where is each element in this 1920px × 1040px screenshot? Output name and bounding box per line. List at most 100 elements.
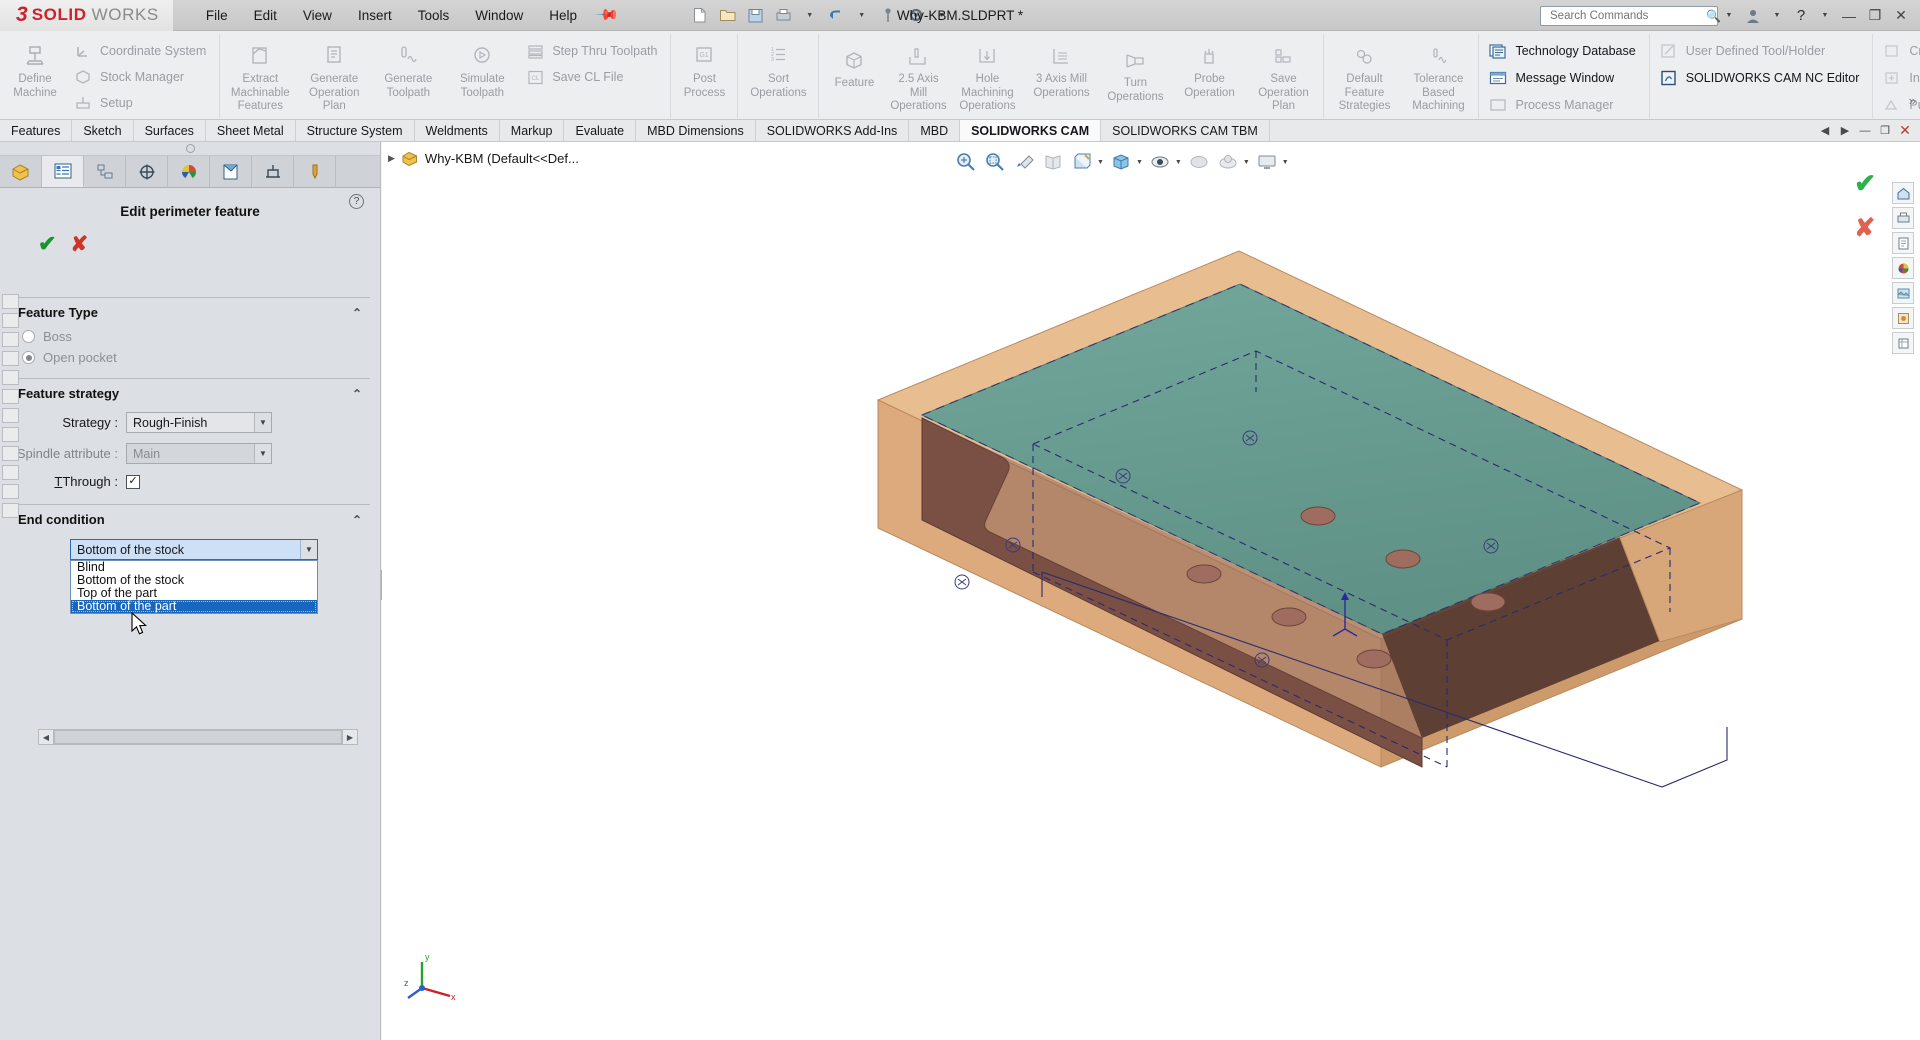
dimxpert-manager-tab[interactable] bbox=[126, 156, 168, 187]
sort-operations-button[interactable]: 123 Sort Operations bbox=[741, 34, 815, 100]
default-feature-strategies-button[interactable]: Default Feature Strategies bbox=[1327, 34, 1401, 114]
menu-tools[interactable]: Tools bbox=[405, 4, 463, 27]
options-dropdown-arrow[interactable]: ▼ bbox=[931, 0, 953, 31]
chevron-up-icon[interactable]: ⌃ bbox=[352, 513, 362, 527]
open-document-button[interactable] bbox=[715, 0, 741, 31]
scrollbar-thumb[interactable] bbox=[54, 730, 342, 744]
probe-operation-button[interactable]: Probe Operation bbox=[1172, 34, 1246, 100]
rail-icon-8[interactable] bbox=[2, 427, 19, 442]
display-manager-tab[interactable] bbox=[168, 156, 210, 187]
rail-icon-3[interactable] bbox=[2, 332, 19, 347]
tab-weldments[interactable]: Weldments bbox=[415, 120, 500, 141]
model-view[interactable] bbox=[382, 142, 1920, 1040]
message-window-button[interactable]: Message Window bbox=[1486, 67, 1641, 89]
rail-icon-7[interactable] bbox=[2, 408, 19, 423]
through-checkbox[interactable]: ✓ bbox=[126, 474, 140, 489]
generate-operation-plan-button[interactable]: Generate Operation Plan bbox=[297, 34, 371, 114]
define-machine-button[interactable]: Define Machine bbox=[3, 34, 67, 100]
document-minimize-icon[interactable]: — bbox=[1856, 122, 1874, 140]
document-close-icon[interactable]: ✕ bbox=[1896, 122, 1914, 140]
menu-view[interactable]: View bbox=[290, 4, 345, 27]
section-end-condition-header[interactable]: End condition ⌃ bbox=[10, 512, 370, 533]
extract-machinable-features-button[interactable]: Extract Machinable Features bbox=[223, 34, 297, 114]
user-defined-tool-holder-button[interactable]: User Defined Tool/Holder bbox=[1657, 40, 1866, 62]
three-axis-mill-button[interactable]: 3 Axis Mill Operations bbox=[1024, 34, 1098, 100]
rail-icon-12[interactable] bbox=[2, 503, 19, 518]
save-document-button[interactable] bbox=[743, 0, 769, 31]
rail-icon-5[interactable] bbox=[2, 370, 19, 385]
post-process-button[interactable]: G1 Post Process bbox=[674, 34, 734, 100]
section-feature-strategy-header[interactable]: Feature strategy ⌃ bbox=[10, 386, 370, 407]
chevron-up-icon[interactable]: ⌃ bbox=[352, 387, 362, 401]
tab-solidworks-add-ins[interactable]: SOLIDWORKS Add-Ins bbox=[756, 120, 910, 141]
radio-open-pocket-indicator[interactable] bbox=[22, 351, 35, 364]
document-restore-icon[interactable]: ❐ bbox=[1876, 122, 1894, 140]
chevron-down-icon[interactable]: ▼ bbox=[300, 540, 317, 559]
two-five-axis-mill-button[interactable]: 2.5 Axis Mill Operations bbox=[886, 34, 950, 114]
create-library-object-button[interactable]: Create Library Object bbox=[1880, 40, 1920, 62]
scrollbar-track[interactable] bbox=[54, 729, 342, 745]
print-button[interactable] bbox=[771, 0, 797, 31]
cam-feature-tree-tab[interactable] bbox=[210, 156, 252, 187]
chevron-down-icon[interactable]: ▼ bbox=[254, 413, 271, 432]
search-dropdown-arrow[interactable]: ▼ bbox=[1718, 0, 1740, 31]
turn-operations-button[interactable]: Turn Operations bbox=[1098, 34, 1172, 104]
ribbon-expand-icon[interactable]: » bbox=[1909, 93, 1916, 108]
rail-icon-11[interactable] bbox=[2, 484, 19, 499]
select-button[interactable] bbox=[875, 0, 901, 31]
strategy-combo[interactable]: Rough-Finish ▼ bbox=[126, 412, 272, 433]
radio-boss[interactable]: Boss bbox=[10, 326, 370, 347]
stock-manager-button[interactable]: Stock Manager bbox=[71, 66, 212, 88]
rail-icon-4[interactable] bbox=[2, 351, 19, 366]
rail-icon-10[interactable] bbox=[2, 465, 19, 480]
rail-icon-6[interactable] bbox=[2, 389, 19, 404]
undo-dropdown-arrow[interactable]: ▼ bbox=[851, 0, 873, 31]
help-icon[interactable]: ? bbox=[1788, 0, 1814, 31]
tolerance-based-machining-button[interactable]: Tolerance Based Machining bbox=[1401, 34, 1475, 114]
new-document-button[interactable] bbox=[687, 0, 713, 31]
graphics-area[interactable]: ▶ Why-KBM (Default<<Def... ▼ ▼ ▼ ▼ ▼ ✔ ✘… bbox=[382, 142, 1920, 1040]
menu-edit[interactable]: Edit bbox=[241, 4, 290, 27]
end-condition-dropdown[interactable]: Bottom of the stock ▼ Blind Bottom of th… bbox=[70, 539, 318, 614]
accept-button[interactable]: ✔ bbox=[38, 233, 56, 255]
tab-sketch[interactable]: Sketch bbox=[72, 120, 134, 141]
radio-open-pocket[interactable]: Open pocket bbox=[10, 347, 370, 368]
next-document-icon[interactable]: ▶ bbox=[1836, 122, 1854, 140]
scroll-left-arrow[interactable]: ◀ bbox=[38, 729, 54, 745]
user-dropdown-arrow[interactable]: ▼ bbox=[1766, 0, 1788, 31]
undo-button[interactable] bbox=[823, 0, 849, 31]
tab-mbd[interactable]: MBD bbox=[909, 120, 961, 141]
end-condition-option-list[interactable]: Blind Bottom of the stock Top of the par… bbox=[70, 560, 318, 614]
rail-icon-9[interactable] bbox=[2, 446, 19, 461]
simulate-toolpath-button[interactable]: Simulate Toolpath bbox=[445, 34, 519, 100]
end-condition-selected-value[interactable]: Bottom of the stock ▼ bbox=[70, 539, 318, 560]
menu-file[interactable]: File bbox=[193, 4, 241, 27]
tab-mbd-dimensions[interactable]: MBD Dimensions bbox=[636, 120, 756, 141]
hole-machining-button[interactable]: Hole Machining Operations bbox=[950, 34, 1024, 114]
tab-surfaces[interactable]: Surfaces bbox=[134, 120, 206, 141]
radio-boss-indicator[interactable] bbox=[22, 330, 35, 343]
print-dropdown-arrow[interactable]: ▼ bbox=[799, 0, 821, 31]
panel-splitter-handle[interactable] bbox=[185, 144, 195, 153]
process-manager-button[interactable]: Process Manager bbox=[1486, 94, 1641, 116]
help-icon[interactable]: ? bbox=[349, 194, 364, 209]
nc-editor-button[interactable]: SOLIDWORKS CAM NC Editor bbox=[1657, 67, 1866, 89]
feature-manager-tab[interactable] bbox=[0, 156, 42, 187]
tab-markup[interactable]: Markup bbox=[500, 120, 565, 141]
menu-insert[interactable]: Insert bbox=[345, 4, 405, 27]
tab-solidworks-cam[interactable]: SOLIDWORKS CAM bbox=[960, 120, 1102, 141]
end-condition-option-bottom-of-part[interactable]: Bottom of the part bbox=[71, 600, 317, 613]
coordinate-system-button[interactable]: Coordinate System bbox=[71, 40, 212, 62]
cancel-button[interactable]: ✘ bbox=[70, 234, 88, 255]
search-commands-box[interactable]: 🔍 bbox=[1540, 5, 1721, 26]
tab-sheet-metal[interactable]: Sheet Metal bbox=[206, 120, 296, 141]
section-feature-type-header[interactable]: Feature Type ⌃ bbox=[10, 305, 370, 326]
user-icon[interactable] bbox=[1740, 0, 1766, 31]
panel-splitter[interactable] bbox=[0, 142, 380, 156]
panel-horizontal-scrollbar[interactable]: ◀ ▶ bbox=[38, 729, 358, 745]
restore-icon[interactable]: ❐ bbox=[1862, 0, 1888, 31]
help-dropdown-arrow[interactable]: ▼ bbox=[1814, 0, 1836, 31]
scroll-right-arrow[interactable]: ▶ bbox=[342, 729, 358, 745]
technology-database-button[interactable]: Technology Database bbox=[1486, 40, 1641, 62]
tab-evaluate[interactable]: Evaluate bbox=[564, 120, 637, 141]
